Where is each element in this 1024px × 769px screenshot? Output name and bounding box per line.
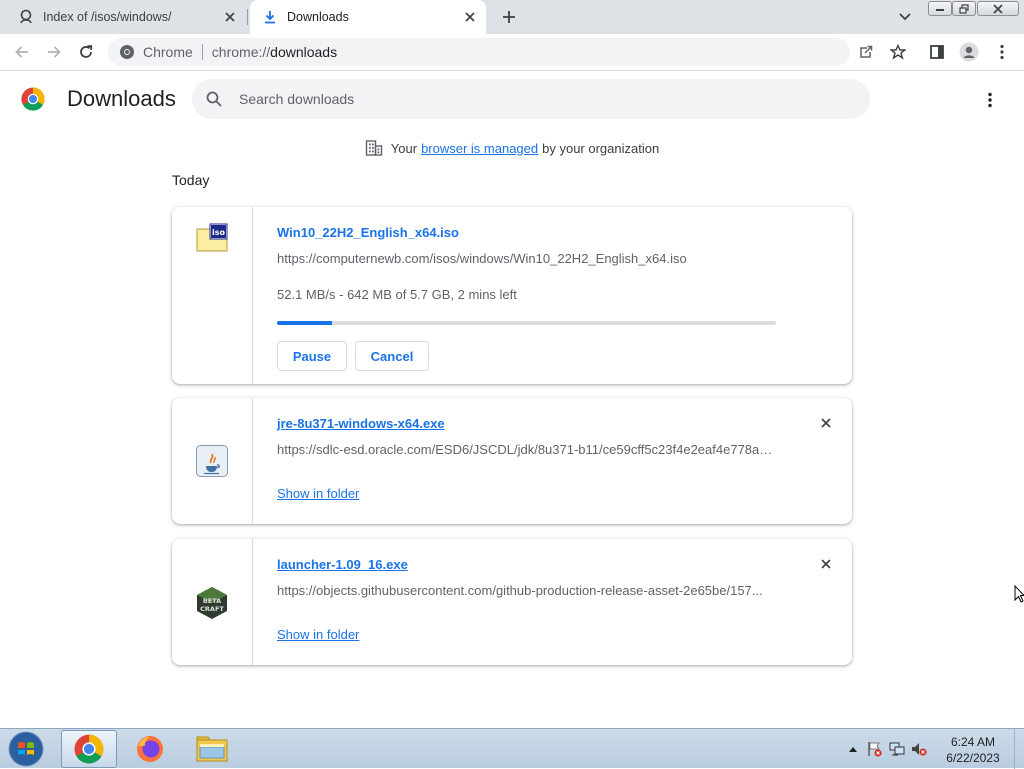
- tab-divider: [247, 9, 248, 25]
- tab-downloads[interactable]: Downloads: [250, 0, 486, 34]
- forward-button[interactable]: [40, 38, 68, 66]
- iso-icon-label: iso: [212, 228, 226, 237]
- downloads-header: Downloads: [0, 71, 1024, 127]
- minimize-button[interactable]: [928, 1, 952, 16]
- betacraft-icon: BETA CRAFT: [195, 586, 229, 665]
- clock-date: 6/22/2023: [946, 751, 1000, 765]
- chrome-taskbar-icon[interactable]: [61, 730, 117, 768]
- source-url[interactable]: https://sdlc-esd.oracle.com/ESD6/JSCDL/j…: [277, 442, 777, 457]
- date-header: Today: [172, 172, 210, 188]
- download-icon: [262, 9, 278, 25]
- new-tab-button[interactable]: [497, 6, 521, 28]
- search-box[interactable]: [192, 79, 870, 119]
- close-icon[interactable]: [220, 7, 240, 27]
- download-item: iso Win10_22H2_English_x64.iso https://c…: [172, 207, 852, 384]
- taskbar-clock[interactable]: 6:24 AM 6/22/2023: [938, 734, 1008, 766]
- managed-notice: Your browser is managed by your organiza…: [0, 139, 1024, 157]
- remove-item-close-icon[interactable]: [816, 413, 836, 433]
- url-scheme: chrome://: [211, 44, 271, 60]
- page-icon: [18, 9, 34, 25]
- clock-time: 6:24 AM: [950, 735, 996, 749]
- network-icon[interactable]: [886, 738, 908, 760]
- volume-muted-icon[interactable]: [908, 738, 930, 760]
- pause-button[interactable]: Pause: [277, 341, 347, 371]
- filename-link[interactable]: Win10_22H2_English_x64.iso: [277, 225, 459, 240]
- tab-search-button[interactable]: [893, 6, 917, 28]
- tab-index-of-isos[interactable]: Index of /isos/windows/: [0, 0, 246, 34]
- url-text: chrome://downloads: [212, 44, 337, 60]
- url-host: downloads: [270, 44, 338, 60]
- filename-link[interactable]: jre-8u371-windows-x64.exe: [277, 416, 445, 431]
- page-title: Downloads: [67, 86, 176, 111]
- reload-button[interactable]: [72, 38, 100, 66]
- file-icon-column: iso: [172, 207, 253, 384]
- show-in-folder-link[interactable]: Show in folder: [277, 627, 359, 642]
- mouse-cursor-icon: [1014, 584, 1024, 608]
- browser-toolbar: Chrome chrome://downloads: [0, 34, 1024, 71]
- tab-strip: Index of /isos/windows/ Downloads: [0, 0, 1024, 34]
- side-panel-icon[interactable]: [923, 38, 951, 66]
- bookmark-star-icon[interactable]: [884, 38, 912, 66]
- start-button[interactable]: [7, 731, 45, 767]
- browser-managed-link[interactable]: browser is managed: [421, 141, 538, 156]
- filename-link[interactable]: launcher-1.09_16.exe: [277, 557, 408, 572]
- profile-avatar-icon[interactable]: [955, 38, 983, 66]
- svg-text:BETA: BETA: [203, 597, 221, 605]
- more-actions-icon[interactable]: [977, 87, 1003, 113]
- managed-prefix: Your: [390, 140, 418, 156]
- restore-button[interactable]: [952, 1, 976, 16]
- building-icon: [365, 140, 382, 156]
- source-url[interactable]: https://computernewb.com/isos/windows/Wi…: [277, 251, 777, 266]
- download-status: 52.1 MB/s - 642 MB of 5.7 GB, 2 mins lef…: [277, 287, 517, 302]
- firefox-icon[interactable]: [122, 730, 178, 768]
- show-desktop-button[interactable]: [1014, 729, 1024, 769]
- browser-menu-icon[interactable]: [988, 38, 1016, 66]
- svg-text:CRAFT: CRAFT: [200, 605, 224, 613]
- cancel-button[interactable]: Cancel: [355, 341, 429, 371]
- remove-item-close-icon[interactable]: [816, 554, 836, 574]
- share-icon[interactable]: [852, 38, 880, 66]
- show-in-folder-link[interactable]: Show in folder: [277, 486, 359, 501]
- close-icon[interactable]: [460, 7, 480, 27]
- download-item: BETA CRAFT launcher-1.09_16.exe https://…: [172, 539, 852, 665]
- tab-title: Downloads: [287, 10, 349, 24]
- omnibox-divider: [201, 44, 203, 60]
- address-bar[interactable]: Chrome chrome://downloads: [108, 38, 850, 66]
- site-label: Chrome: [143, 44, 193, 60]
- back-button[interactable]: [8, 38, 36, 66]
- window-close-button[interactable]: [977, 1, 1019, 16]
- progress-fill: [277, 321, 332, 325]
- show-hidden-icons-icon[interactable]: [842, 738, 864, 760]
- iso-file-icon: iso: [195, 223, 229, 384]
- action-center-flag-icon[interactable]: [864, 738, 886, 760]
- source-url[interactable]: https://objects.githubusercontent.com/gi…: [277, 583, 777, 598]
- file-icon-column: [172, 398, 253, 524]
- chrome-icon: [119, 44, 135, 60]
- taskbar: 6:24 AM 6/22/2023: [0, 728, 1024, 769]
- chrome-logo-icon: [21, 87, 45, 111]
- explorer-icon[interactable]: [184, 730, 240, 768]
- progress-bar: [277, 321, 776, 325]
- search-icon: [206, 91, 222, 107]
- managed-suffix: by your organization: [542, 140, 660, 156]
- file-icon-column: BETA CRAFT: [172, 539, 253, 665]
- search-input[interactable]: [237, 90, 841, 108]
- system-tray: [842, 729, 930, 769]
- download-item: jre-8u371-windows-x64.exe https://sdlc-e…: [172, 398, 852, 524]
- java-icon: [196, 445, 228, 524]
- tab-title: Index of /isos/windows/: [43, 10, 172, 24]
